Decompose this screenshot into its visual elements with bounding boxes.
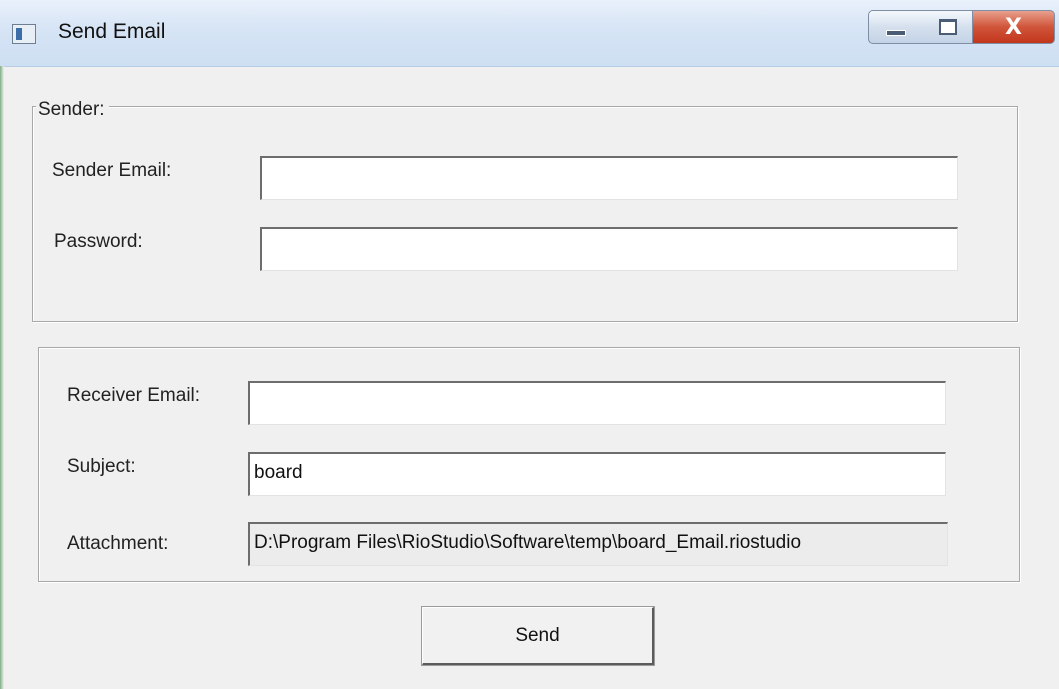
sender-email-label: Sender Email: [52, 160, 172, 181]
password-field[interactable] [260, 227, 958, 271]
minimize-icon [886, 30, 906, 36]
sender-groupbox [32, 106, 1018, 322]
window-title: Send Email [58, 20, 166, 43]
receiver-email-field[interactable] [248, 381, 946, 425]
sender-email-field[interactable] [260, 156, 958, 200]
send-button[interactable]: Send [421, 606, 655, 666]
close-icon: X [1005, 14, 1022, 40]
attachment-label: Attachment: [67, 533, 169, 554]
title-bar[interactable]: Send Email X [0, 0, 1059, 67]
close-button[interactable]: X [973, 10, 1055, 44]
maximize-button[interactable] [923, 10, 973, 44]
subject-label: Subject: [67, 456, 136, 477]
window-left-edge [0, 66, 4, 689]
send-button-label: Send [515, 624, 560, 646]
attachment-path-field[interactable]: D:\Program Files\RioStudio\Software\temp… [248, 522, 948, 566]
password-label: Password: [54, 231, 143, 252]
maximize-icon [938, 19, 957, 35]
minimize-button[interactable] [868, 10, 924, 44]
receiver-email-label: Receiver Email: [67, 385, 201, 406]
sender-group-label: Sender: [36, 99, 109, 121]
app-window-icon [12, 24, 36, 44]
subject-field[interactable]: board [248, 452, 946, 496]
